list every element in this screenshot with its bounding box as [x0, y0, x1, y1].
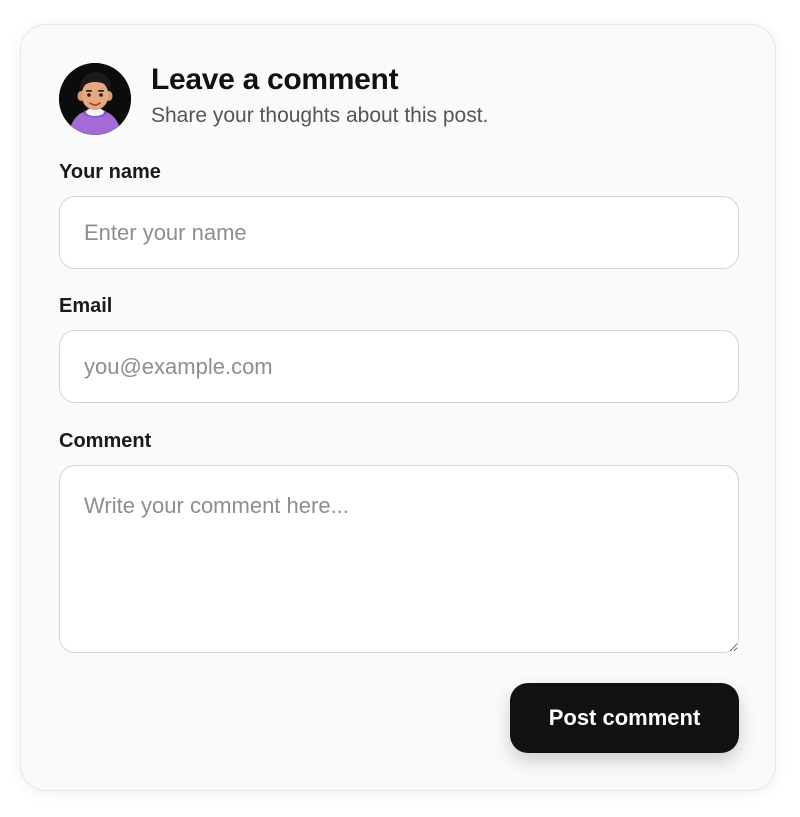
avatar-illustration — [59, 63, 131, 135]
comment-label: Comment — [59, 430, 152, 452]
card-header: Leave a comment Share your thoughts abou… — [59, 63, 488, 135]
name-label: Your name — [59, 161, 161, 183]
comment-textarea[interactable] — [59, 465, 739, 653]
name-input[interactable] — [59, 196, 739, 269]
post-comment-button[interactable]: Post comment — [510, 683, 739, 753]
page-subtitle: Share your thoughts about this post. — [151, 104, 489, 127]
email-label: Email — [59, 295, 113, 317]
comment-card: Leave a comment Share your thoughts abou… — [20, 24, 776, 791]
email-input[interactable] — [59, 330, 739, 403]
avatar — [59, 63, 131, 135]
page-title: Leave a comment — [151, 63, 399, 96]
